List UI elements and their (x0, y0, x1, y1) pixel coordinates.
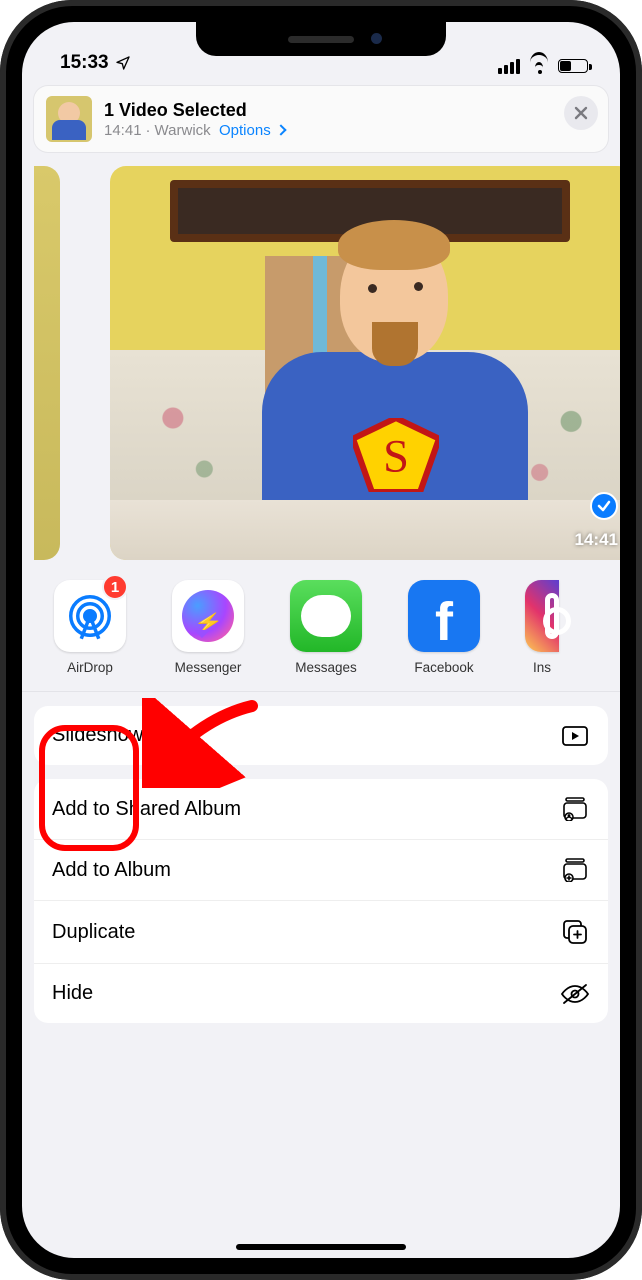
front-camera (371, 33, 382, 44)
messages-icon (290, 580, 362, 652)
selection-location: Warwick (155, 122, 211, 139)
shirt-logo: S (353, 418, 439, 492)
status-time: 15:33 (60, 52, 109, 74)
screen: 15:33 1 Video Selected 14:41·Warwick Opt… (22, 22, 620, 1258)
chevron-right-icon (275, 124, 286, 135)
facebook-icon: f (408, 580, 480, 652)
close-button[interactable] (564, 96, 598, 130)
preview-prev-peek[interactable] (34, 166, 60, 560)
action-label: Add to Shared Album (52, 798, 241, 821)
action-label: Duplicate (52, 921, 135, 944)
svg-text:S: S (383, 431, 409, 482)
share-apps-row[interactable]: 1 AirDrop ⚡ Messenger Messages f Faceboo… (22, 574, 620, 692)
app-label: Ins (533, 660, 551, 675)
share-app-facebook[interactable]: f Facebook (404, 580, 484, 675)
share-app-messages[interactable]: Messages (286, 580, 366, 675)
share-app-airdrop[interactable]: 1 AirDrop (50, 580, 130, 675)
app-label: Messenger (175, 660, 242, 675)
preview-item[interactable]: S 14:41 (110, 166, 620, 560)
action-add-shared-album[interactable]: Add to Shared Album (34, 779, 608, 839)
notch (196, 22, 446, 56)
shared-album-icon (560, 797, 590, 821)
action-label: Slideshow (52, 724, 143, 747)
play-rect-icon (560, 726, 590, 746)
app-label: Facebook (414, 660, 473, 675)
selection-time: 14:41 (104, 122, 142, 139)
selection-title: 1 Video Selected (104, 100, 285, 121)
speaker-grill (288, 36, 354, 43)
action-duplicate[interactable]: Duplicate (34, 900, 608, 963)
share-sheet-header: 1 Video Selected 14:41·Warwick Options (34, 86, 608, 152)
airdrop-badge: 1 (102, 574, 128, 600)
share-app-instagram[interactable]: Ins (522, 580, 562, 675)
preview-strip[interactable]: S 14:41 (22, 152, 620, 574)
video-duration: 14:41 (575, 530, 618, 550)
device-frame: 15:33 1 Video Selected 14:41·Warwick Opt… (0, 0, 642, 1280)
action-slideshow[interactable]: Slideshow (34, 706, 608, 765)
messenger-icon: ⚡ (172, 580, 244, 652)
instagram-icon (525, 580, 559, 652)
location-arrow-icon (115, 55, 131, 71)
cellular-signal-icon (498, 59, 520, 74)
action-group-1: Slideshow (34, 706, 608, 765)
album-plus-icon (560, 858, 590, 882)
action-hide[interactable]: Hide (34, 963, 608, 1023)
action-add-album[interactable]: Add to Album (34, 839, 608, 900)
eye-slash-icon (560, 983, 590, 1005)
action-label: Hide (52, 982, 93, 1005)
selection-thumbnail[interactable] (46, 96, 92, 142)
app-label: AirDrop (67, 660, 113, 675)
selected-check-icon[interactable] (590, 492, 618, 520)
home-indicator[interactable] (236, 1244, 406, 1250)
selection-subtitle: 14:41·Warwick Options (104, 122, 285, 139)
battery-icon (558, 59, 588, 73)
duplicate-icon (560, 919, 590, 945)
options-link[interactable]: Options (219, 122, 285, 139)
action-group-2: Add to Shared Album Add to Album Duplica… (34, 779, 608, 1023)
app-label: Messages (295, 660, 357, 675)
close-icon (574, 106, 588, 120)
share-app-messenger[interactable]: ⚡ Messenger (168, 580, 248, 675)
action-label: Add to Album (52, 859, 171, 882)
wifi-icon (528, 58, 550, 74)
